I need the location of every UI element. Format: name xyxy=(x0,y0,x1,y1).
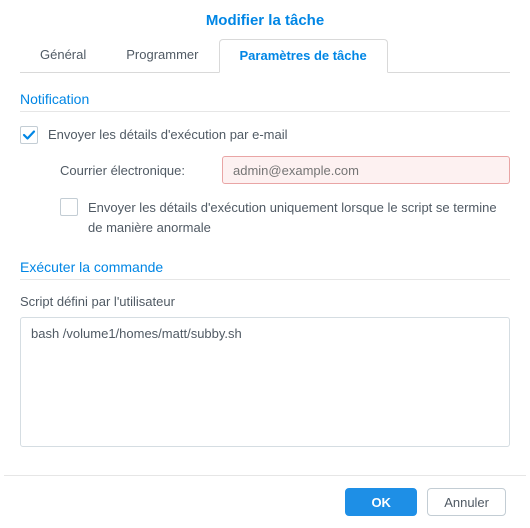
divider xyxy=(20,111,510,112)
tab-task-settings[interactable]: Paramètres de tâche xyxy=(219,39,388,73)
divider xyxy=(20,279,510,280)
cancel-button[interactable]: Annuler xyxy=(427,488,506,516)
modal-title: Modifier la tâche xyxy=(0,0,530,39)
email-field-row: Courrier électronique: xyxy=(60,156,510,184)
tab-general[interactable]: Général xyxy=(20,39,106,73)
content-area: Notification Envoyer les détails d'exécu… xyxy=(0,73,530,475)
send-details-checkbox[interactable] xyxy=(20,126,38,144)
ok-button[interactable]: OK xyxy=(345,488,417,516)
send-details-row: Envoyer les détails d'exécution par e-ma… xyxy=(20,126,510,144)
run-command-section-title: Exécuter la commande xyxy=(20,259,510,275)
tabs: Général Programmer Paramètres de tâche xyxy=(0,39,530,73)
send-details-label: Envoyer les détails d'exécution par e-ma… xyxy=(48,126,288,144)
user-script-textarea[interactable] xyxy=(20,317,510,447)
tab-schedule[interactable]: Programmer xyxy=(106,39,218,73)
user-script-label: Script défini par l'utilisateur xyxy=(20,294,510,309)
checkmark-icon xyxy=(22,128,36,142)
notification-section-title: Notification xyxy=(20,91,510,107)
edit-task-modal: Modifier la tâche Général Programmer Par… xyxy=(0,0,530,528)
footer: OK Annuler xyxy=(4,475,526,528)
email-label: Courrier électronique: xyxy=(60,163,210,178)
email-input[interactable] xyxy=(222,156,510,184)
only-on-error-label: Envoyer les détails d'exécution uniqueme… xyxy=(88,198,510,237)
only-on-error-row: Envoyer les détails d'exécution uniqueme… xyxy=(60,198,510,237)
only-on-error-checkbox[interactable] xyxy=(60,198,78,216)
